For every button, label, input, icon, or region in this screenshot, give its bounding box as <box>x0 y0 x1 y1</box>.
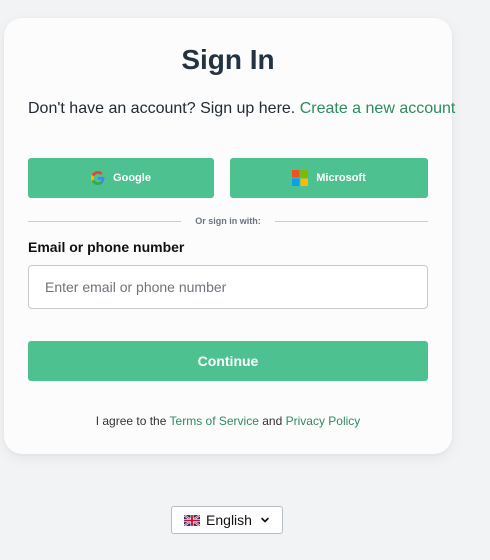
microsoft-icon <box>292 170 309 186</box>
email-or-phone-input[interactable] <box>28 265 428 309</box>
microsoft-button-label: Microsoft <box>316 172 366 184</box>
language-select[interactable]: English <box>171 506 283 534</box>
terms-prefix: I agree to the <box>95 414 167 428</box>
language-select-value: English <box>206 512 252 528</box>
terms-agreement: I agree to the Terms of Service and Priv… <box>4 414 452 428</box>
continue-button[interactable]: Continue <box>28 341 428 381</box>
signup-prompt: Don't have an account? Sign up here. Cre… <box>28 100 455 118</box>
google-button-label: Google <box>113 172 151 184</box>
privacy-policy-link[interactable]: Privacy Policy <box>286 414 361 428</box>
google-signin-button[interactable]: Google <box>28 158 214 198</box>
signin-card: Sign In Don't have an account? Sign up h… <box>4 18 455 454</box>
terms-and: and <box>262 414 283 428</box>
email-field-label: Email or phone number <box>28 239 185 255</box>
divider-text: Or sign in with: <box>195 216 261 226</box>
divider-line-left <box>28 220 182 222</box>
uk-flag-icon <box>184 514 201 526</box>
chevron-down-icon <box>260 515 270 525</box>
divider-line-right <box>274 220 428 222</box>
create-account-link[interactable]: Create a new account <box>300 100 456 117</box>
microsoft-signin-button[interactable]: Microsoft <box>230 158 428 198</box>
or-divider: Or sign in with: <box>28 214 428 228</box>
terms-of-service-link[interactable]: Terms of Service <box>170 414 259 428</box>
google-icon <box>91 171 105 185</box>
page-title: Sign In <box>181 44 275 75</box>
signup-prompt-text: Don't have an account? Sign up here. <box>28 100 296 117</box>
